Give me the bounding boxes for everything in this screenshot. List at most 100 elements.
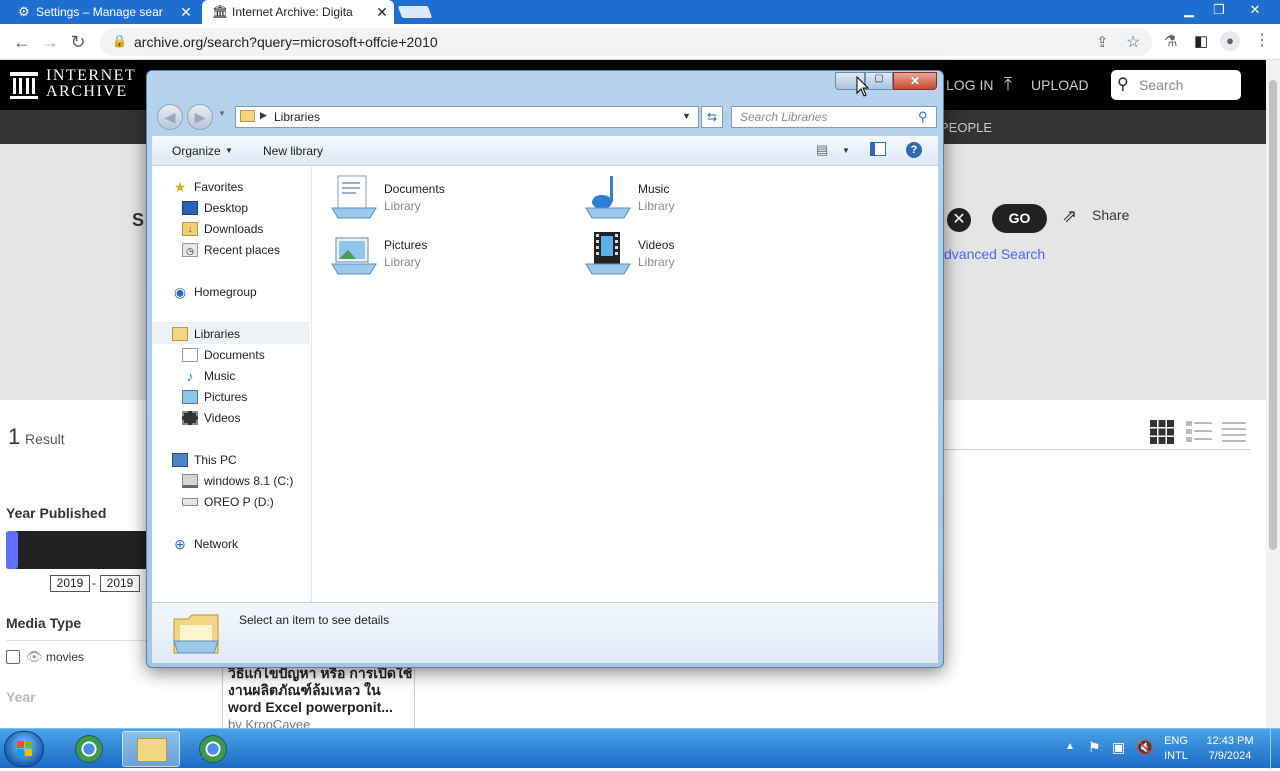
nav-favorites[interactable]: ★ Favorites: [172, 177, 244, 197]
share-page-icon[interactable]: ⇪: [1096, 33, 1109, 51]
tab-title: Internet Archive: Digita: [232, 5, 353, 19]
tab-close-icon[interactable]: ✕: [370, 4, 394, 21]
tab-strip: ⚙ Settings – Manage sear ✕ 🏛 Internet Ar…: [0, 0, 1280, 24]
extensions-icon[interactable]: ⚗: [1164, 32, 1177, 50]
share-link[interactable]: Share: [1092, 207, 1129, 223]
share-icon[interactable]: ⇗: [1062, 206, 1077, 227]
nav-people[interactable]: PEOPLE: [940, 120, 992, 135]
scrollbar-thumb[interactable]: [1269, 80, 1277, 550]
tab-internet-archive[interactable]: 🏛 Internet Archive: Digita ✕: [202, 0, 394, 24]
tile-view-icon[interactable]: [1150, 420, 1174, 444]
explorer-window[interactable]: ▢ ✕ ◀ ▶ ▼ ▶ Libraries ▼ ⇆ Search Librari…: [146, 70, 944, 668]
network-status-icon[interactable]: ▣: [1112, 739, 1125, 756]
input-language-indicator[interactable]: ENG INTL: [1156, 734, 1196, 764]
view-dropdown-icon[interactable]: ▼: [842, 146, 850, 155]
system-clock[interactable]: 12:43 PM 7/9/2024: [1198, 734, 1262, 764]
nav-music[interactable]: ♪ Music: [182, 366, 236, 386]
nav-this-pc[interactable]: This PC: [172, 450, 237, 470]
library-folder-icon: [173, 614, 219, 654]
desktop-icon: [182, 201, 198, 215]
movies-checkbox[interactable]: [6, 650, 20, 664]
nav-drive-d[interactable]: OREO P (D:): [182, 492, 274, 512]
divider: [944, 449, 1250, 450]
library-name: Pictures: [384, 238, 428, 252]
upload-link[interactable]: UPLOAD: [1031, 77, 1089, 93]
close-window-button[interactable]: ✕: [1240, 0, 1270, 20]
reload-icon[interactable]: ↻: [66, 30, 90, 54]
clock-date: 7/9/2024: [1208, 750, 1252, 762]
new-library-button[interactable]: New library: [263, 144, 323, 158]
windows-logo-icon: [17, 741, 32, 756]
list-detail-view-icon[interactable]: [1186, 420, 1212, 444]
explorer-address-bar[interactable]: ▶ Libraries ▼: [235, 106, 699, 128]
year-from-input[interactable]: 2019: [50, 575, 90, 592]
tab-close-icon[interactable]: ✕: [174, 4, 198, 21]
change-view-icon[interactable]: ▤: [816, 142, 828, 158]
advanced-search-link[interactable]: dvanced Search: [944, 246, 1045, 262]
address-dropdown-icon[interactable]: ▼: [682, 111, 691, 121]
taskbar-chrome-button[interactable]: [60, 731, 118, 767]
minimize-window-button[interactable]: ▁: [1174, 0, 1204, 20]
preview-pane-icon[interactable]: [870, 142, 886, 156]
address-bar[interactable]: 🔒 archive.org/search?query=microsoft+off…: [100, 28, 1152, 56]
nav-drive-c[interactable]: windows 8.1 (C:): [182, 471, 293, 491]
library-documents[interactable]: Documents Library: [330, 174, 570, 224]
show-desktop-button[interactable]: [1270, 729, 1280, 769]
compact-list-view-icon[interactable]: [1222, 420, 1246, 444]
nav-videos[interactable]: Videos: [182, 408, 240, 428]
bookmark-star-icon[interactable]: ☆: [1126, 32, 1140, 52]
library-videos[interactable]: Videos Library: [584, 230, 824, 280]
upload-icon[interactable]: ⤒: [1004, 74, 1012, 95]
explorer-close-button[interactable]: ✕: [893, 72, 937, 90]
start-button[interactable]: [4, 731, 44, 767]
help-icon[interactable]: ?: [906, 142, 922, 158]
taskbar-chrome-button-2[interactable]: [184, 731, 242, 767]
login-link[interactable]: LOG IN: [946, 77, 993, 93]
profile-avatar[interactable]: ●: [1220, 31, 1240, 51]
maximize-window-button[interactable]: ❐: [1204, 0, 1234, 20]
library-pictures[interactable]: Pictures Library: [330, 230, 570, 280]
recent-places-icon: ◷: [182, 243, 198, 257]
archive-search-input[interactable]: ⚲ Search: [1111, 70, 1241, 100]
clear-search-icon[interactable]: ✕: [947, 208, 971, 232]
archive-logo-text[interactable]: INTERNET ARCHIVE: [46, 68, 156, 100]
side-panel-icon[interactable]: ◧: [1194, 32, 1208, 50]
organize-button[interactable]: Organize: [172, 144, 221, 158]
year-range-handle[interactable]: [6, 531, 18, 569]
url-text: archive.org/search?query=microsoft+offci…: [134, 34, 438, 50]
nav-pictures[interactable]: Pictures: [182, 387, 247, 407]
new-tab-button[interactable]: [397, 6, 433, 18]
title-line: word Excel powerponit...: [228, 699, 393, 715]
tab-settings[interactable]: ⚙ Settings – Manage sear ✕: [8, 0, 198, 24]
library-type: Library: [384, 199, 421, 213]
nav-downloads[interactable]: ↓ Downloads: [182, 219, 263, 239]
back-icon[interactable]: ←: [10, 30, 34, 54]
archive-logo-icon[interactable]: [10, 70, 38, 100]
refresh-icon[interactable]: ⇆: [701, 106, 723, 128]
forward-icon[interactable]: →: [38, 30, 62, 54]
organize-dropdown-icon[interactable]: ▼: [225, 146, 233, 155]
nav-recent-places[interactable]: ◷ Recent places: [182, 240, 280, 260]
nav-libraries[interactable]: Libraries: [172, 324, 240, 344]
go-button[interactable]: GO: [992, 204, 1047, 233]
taskbar-explorer-button[interactable]: [122, 731, 180, 767]
show-hidden-icons-icon[interactable]: ▲: [1065, 741, 1075, 752]
explorer-search-input[interactable]: Search Libraries ⚲: [731, 106, 937, 128]
library-music[interactable]: Music Library: [584, 174, 824, 224]
explorer-forward-icon[interactable]: ▶: [187, 104, 213, 130]
recent-locations-chevron-icon[interactable]: ▼: [218, 109, 226, 118]
nav-desktop[interactable]: Desktop: [182, 198, 248, 218]
nav-network[interactable]: ⊕ Network: [172, 534, 238, 554]
explorer-back-icon[interactable]: ◀: [157, 104, 183, 130]
nav-documents[interactable]: Documents: [182, 345, 265, 365]
breadcrumb-arrow-icon[interactable]: ▶: [260, 110, 267, 121]
action-center-flag-icon[interactable]: ⚑: [1088, 739, 1101, 756]
page-scrollbar[interactable]: [1266, 60, 1280, 728]
breadcrumb[interactable]: Libraries: [274, 110, 320, 124]
nav-homegroup[interactable]: ◉ Homegroup: [172, 282, 257, 302]
volume-muted-icon[interactable]: 🔇: [1136, 739, 1153, 756]
year-to-input[interactable]: 2019: [100, 575, 140, 592]
libraries-icon: [172, 327, 188, 341]
menu-kebab-icon[interactable]: ⋮: [1254, 30, 1270, 50]
eye-icon: 👁: [26, 649, 43, 664]
